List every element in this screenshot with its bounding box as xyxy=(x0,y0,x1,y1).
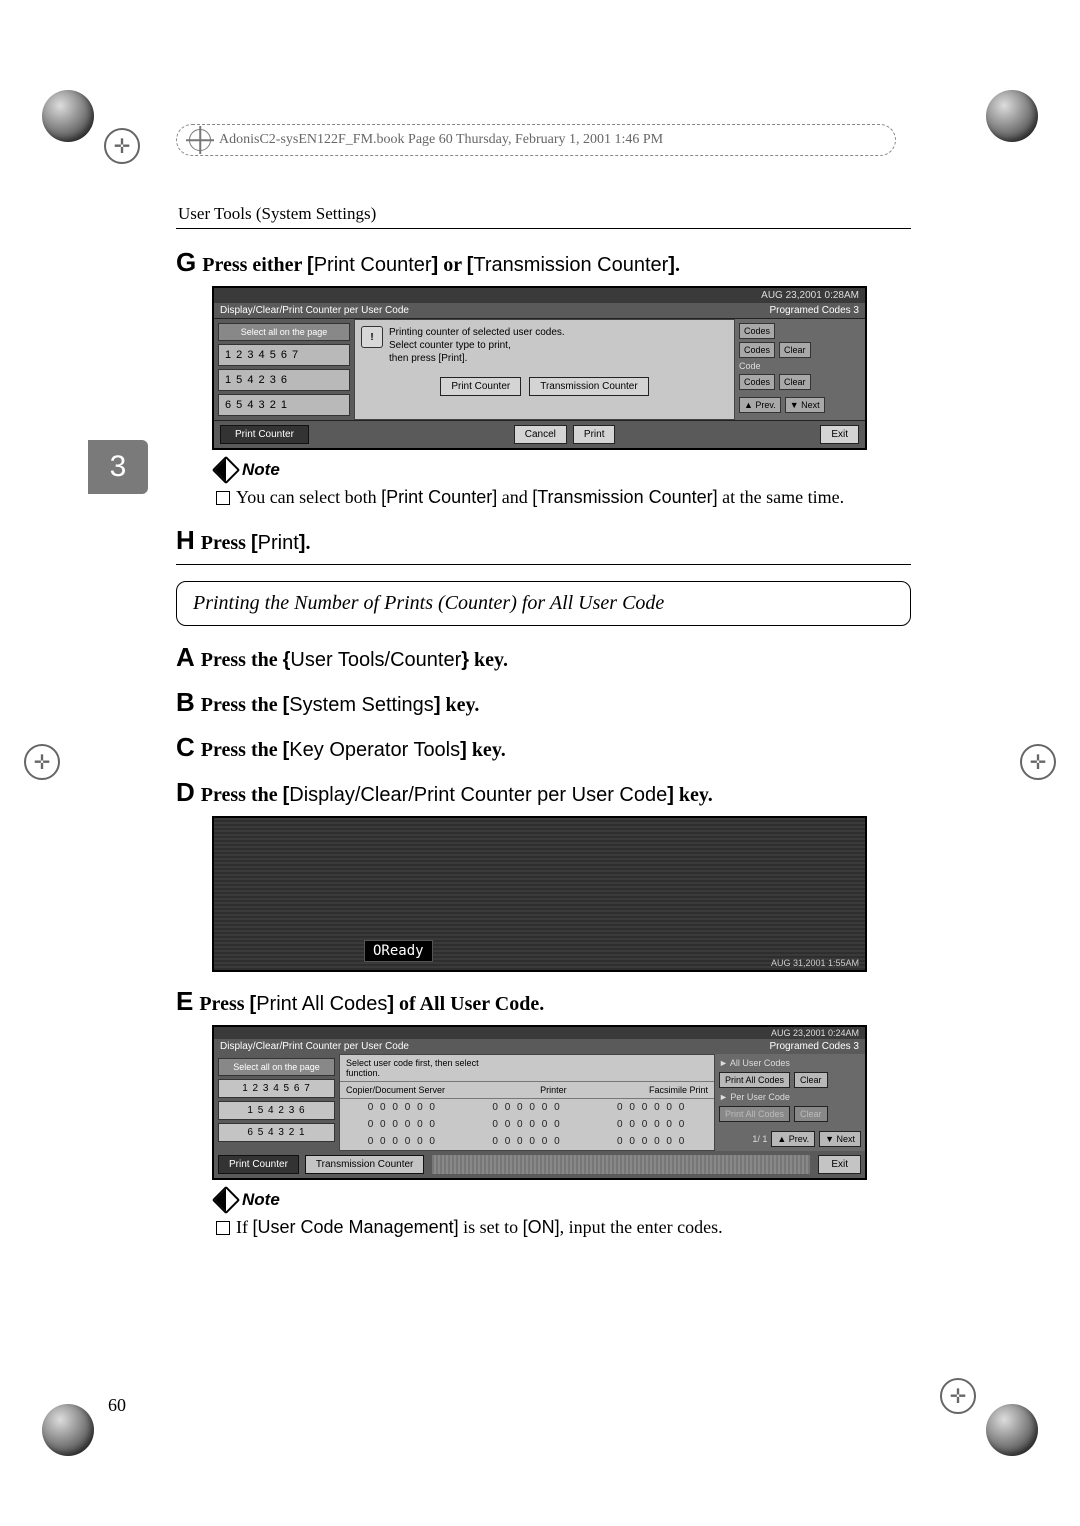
shot1-date: AUG 23,2001 0:28AM xyxy=(761,290,859,301)
screenshot-control-panel: OReady AUG 31,2001 1:55AM xyxy=(212,816,867,972)
ss3-foot-spacer xyxy=(432,1155,810,1174)
shot1-transmission-counter-btn[interactable]: Transmission Counter xyxy=(529,377,648,396)
ss3-code-1[interactable]: 1 2 3 4 5 6 7 xyxy=(218,1079,335,1098)
shot1-print-counter-btn[interactable]: Print Counter xyxy=(440,377,521,396)
corner-ball-tl xyxy=(42,90,94,142)
shot1-select-all-tab[interactable]: Select all on the page xyxy=(218,323,350,341)
shot1-left-panel: Select all on the page 1 2 3 4 5 6 7 1 5… xyxy=(214,319,354,420)
target-bottom xyxy=(940,1378,976,1414)
screenshot-print-counter-dialog: AUG 23,2001 0:28AM Display/Clear/Print C… xyxy=(212,286,867,450)
ss3-title: Display/Clear/Print Counter per User Cod… xyxy=(220,1041,409,1052)
note-2-label: Note xyxy=(216,1190,911,1210)
ss2-date: AUG 31,2001 1:55AM xyxy=(771,958,859,968)
ss3-next[interactable]: ▼ Next xyxy=(819,1131,861,1147)
shot1-clear-btn-1[interactable]: Clear xyxy=(779,342,811,358)
corner-ball-br xyxy=(986,1404,1038,1456)
ss3-per-label: ► Per User Code xyxy=(719,1092,861,1102)
ss3-pager: 1/ 1 xyxy=(752,1134,767,1144)
corner-ball-bl xyxy=(42,1404,94,1456)
note-1-body: You can select both [Print Counter] and … xyxy=(216,484,911,511)
shot1-foot-print-counter[interactable]: Print Counter xyxy=(220,425,309,444)
ss3-col1: Copier/Document Server xyxy=(340,1082,500,1098)
ss3-code-3[interactable]: 6 5 4 3 2 1 xyxy=(218,1123,335,1142)
target-left xyxy=(24,744,60,780)
table-row: 0 0 0 0 0 00 0 0 0 0 00 0 0 0 0 0 xyxy=(340,1133,714,1150)
note-2-body: If [User Code Management] is set to [ON]… xyxy=(216,1214,911,1241)
step-g: G Press either [Print Counter] or [Trans… xyxy=(176,247,911,278)
shot1-center: ! Printing counter of selected user code… xyxy=(354,319,735,420)
shot1-print-btn[interactable]: Print xyxy=(573,425,616,444)
target-top xyxy=(104,128,140,164)
ss3-all-label: ► All User Codes xyxy=(719,1058,861,1068)
step-c: C Press the [Key Operator Tools] key. xyxy=(176,732,911,763)
table-row: 0 0 0 0 0 00 0 0 0 0 00 0 0 0 0 0 xyxy=(340,1116,714,1133)
book-header-text: AdonisC2-sysEN122F_FM.book Page 60 Thurs… xyxy=(219,132,663,148)
ss3-date: AUG 23,2001 0:24AM xyxy=(771,1028,859,1038)
screenshot-counter-table: AUG 23,2001 0:24AM Display/Clear/Print C… xyxy=(212,1025,867,1180)
ss3-select-all-tab[interactable]: Select all on the page xyxy=(218,1058,335,1076)
shot1-msg2: Select counter type to print, xyxy=(389,339,565,352)
step-d: D Press the [Display/Clear/Print Counter… xyxy=(176,777,911,808)
shot1-right-panel: Codes CodesClear Code CodesClear ▲ Prev.… xyxy=(735,319,865,420)
ss3-clear-1[interactable]: Clear xyxy=(794,1072,828,1088)
ss3-prev[interactable]: ▲ Prev. xyxy=(771,1131,815,1147)
shot1-code-3[interactable]: 6 5 4 3 2 1 xyxy=(218,394,350,416)
bullet-icon xyxy=(216,1221,230,1235)
book-header: AdonisC2-sysEN122F_FM.book Page 60 Thurs… xyxy=(176,124,896,156)
shot1-codes-btn-2[interactable]: Codes xyxy=(739,342,775,358)
exclaim-icon: ! xyxy=(361,326,383,348)
ss3-code-2[interactable]: 1 5 4 2 3 6 xyxy=(218,1101,335,1120)
ss3-foot-print-counter[interactable]: Print Counter xyxy=(218,1155,299,1174)
step-g-btn2: Transmission Counter xyxy=(473,254,668,276)
shot1-codes-btn-1[interactable]: Codes xyxy=(739,323,775,339)
step-g-pre: Press either xyxy=(202,254,307,276)
ss3-programed: Programed Codes 3 xyxy=(770,1041,860,1052)
shot1-code-2[interactable]: 1 5 4 2 3 6 xyxy=(218,369,350,391)
step-a: A Press the {User Tools/Counter} key. xyxy=(176,642,911,673)
shot1-next-btn[interactable]: ▼ Next xyxy=(785,397,825,413)
shot1-prev-btn[interactable]: ▲ Prev. xyxy=(739,397,781,413)
ss3-foot-trans-counter[interactable]: Transmission Counter xyxy=(305,1155,424,1174)
table-row: 0 0 0 0 0 00 0 0 0 0 00 0 0 0 0 0 xyxy=(340,1099,714,1116)
step-e: E Press [Print All Codes] of All User Co… xyxy=(176,986,911,1017)
ss3-left: Select all on the page 1 2 3 4 5 6 7 1 5… xyxy=(214,1054,339,1151)
ss3-print-all-codes-2[interactable]: Print All Codes xyxy=(719,1106,790,1122)
oplus-icon xyxy=(189,129,211,151)
shot1-msg3: then press [Print]. xyxy=(389,352,565,365)
shot1-code-label: Code xyxy=(739,361,861,371)
section-title: Printing the Number of Prints (Counter) … xyxy=(176,581,911,626)
bullet-icon xyxy=(216,491,230,505)
page-number: 60 xyxy=(108,1395,126,1416)
ss3-col2: Printer xyxy=(500,1082,607,1098)
ss3-print-all-codes-1[interactable]: Print All Codes xyxy=(719,1072,790,1088)
ss3-col3: Facsimile Print xyxy=(607,1082,714,1098)
shot1-exit-btn[interactable]: Exit xyxy=(820,425,859,444)
shot1-programed: Programed Codes 3 xyxy=(770,305,860,316)
step-h: H Press [Print]. xyxy=(176,525,911,556)
divider xyxy=(176,564,911,565)
shot1-clear-btn-2[interactable]: Clear xyxy=(779,374,811,390)
step-g-letter: G xyxy=(176,247,196,278)
ss3-exit[interactable]: Exit xyxy=(818,1155,861,1174)
ss3-right: ► All User Codes Print All CodesClear ► … xyxy=(715,1054,865,1151)
running-head: User Tools (System Settings) xyxy=(176,200,911,229)
ss3-clear-2[interactable]: Clear xyxy=(794,1106,828,1122)
note-1-label: Note xyxy=(216,460,911,480)
ss3-table: Select user code first, then select func… xyxy=(339,1054,715,1151)
target-right xyxy=(1020,744,1056,780)
corner-ball-tr xyxy=(986,90,1038,142)
chapter-tab: 3 xyxy=(88,440,148,494)
shot1-title: Display/Clear/Print Counter per User Cod… xyxy=(220,305,409,316)
ss3-hint: Select user code first, then select func… xyxy=(340,1055,500,1081)
step-b: B Press the [System Settings] key. xyxy=(176,687,911,718)
ready-indicator: OReady xyxy=(364,940,433,962)
shot1-cancel-btn[interactable]: Cancel xyxy=(514,425,567,444)
shot1-msg1: Printing counter of selected user codes. xyxy=(389,326,565,339)
shot1-code-1[interactable]: 1 2 3 4 5 6 7 xyxy=(218,344,350,366)
step-g-btn1: Print Counter xyxy=(314,254,432,276)
shot1-codes-btn-3[interactable]: Codes xyxy=(739,374,775,390)
